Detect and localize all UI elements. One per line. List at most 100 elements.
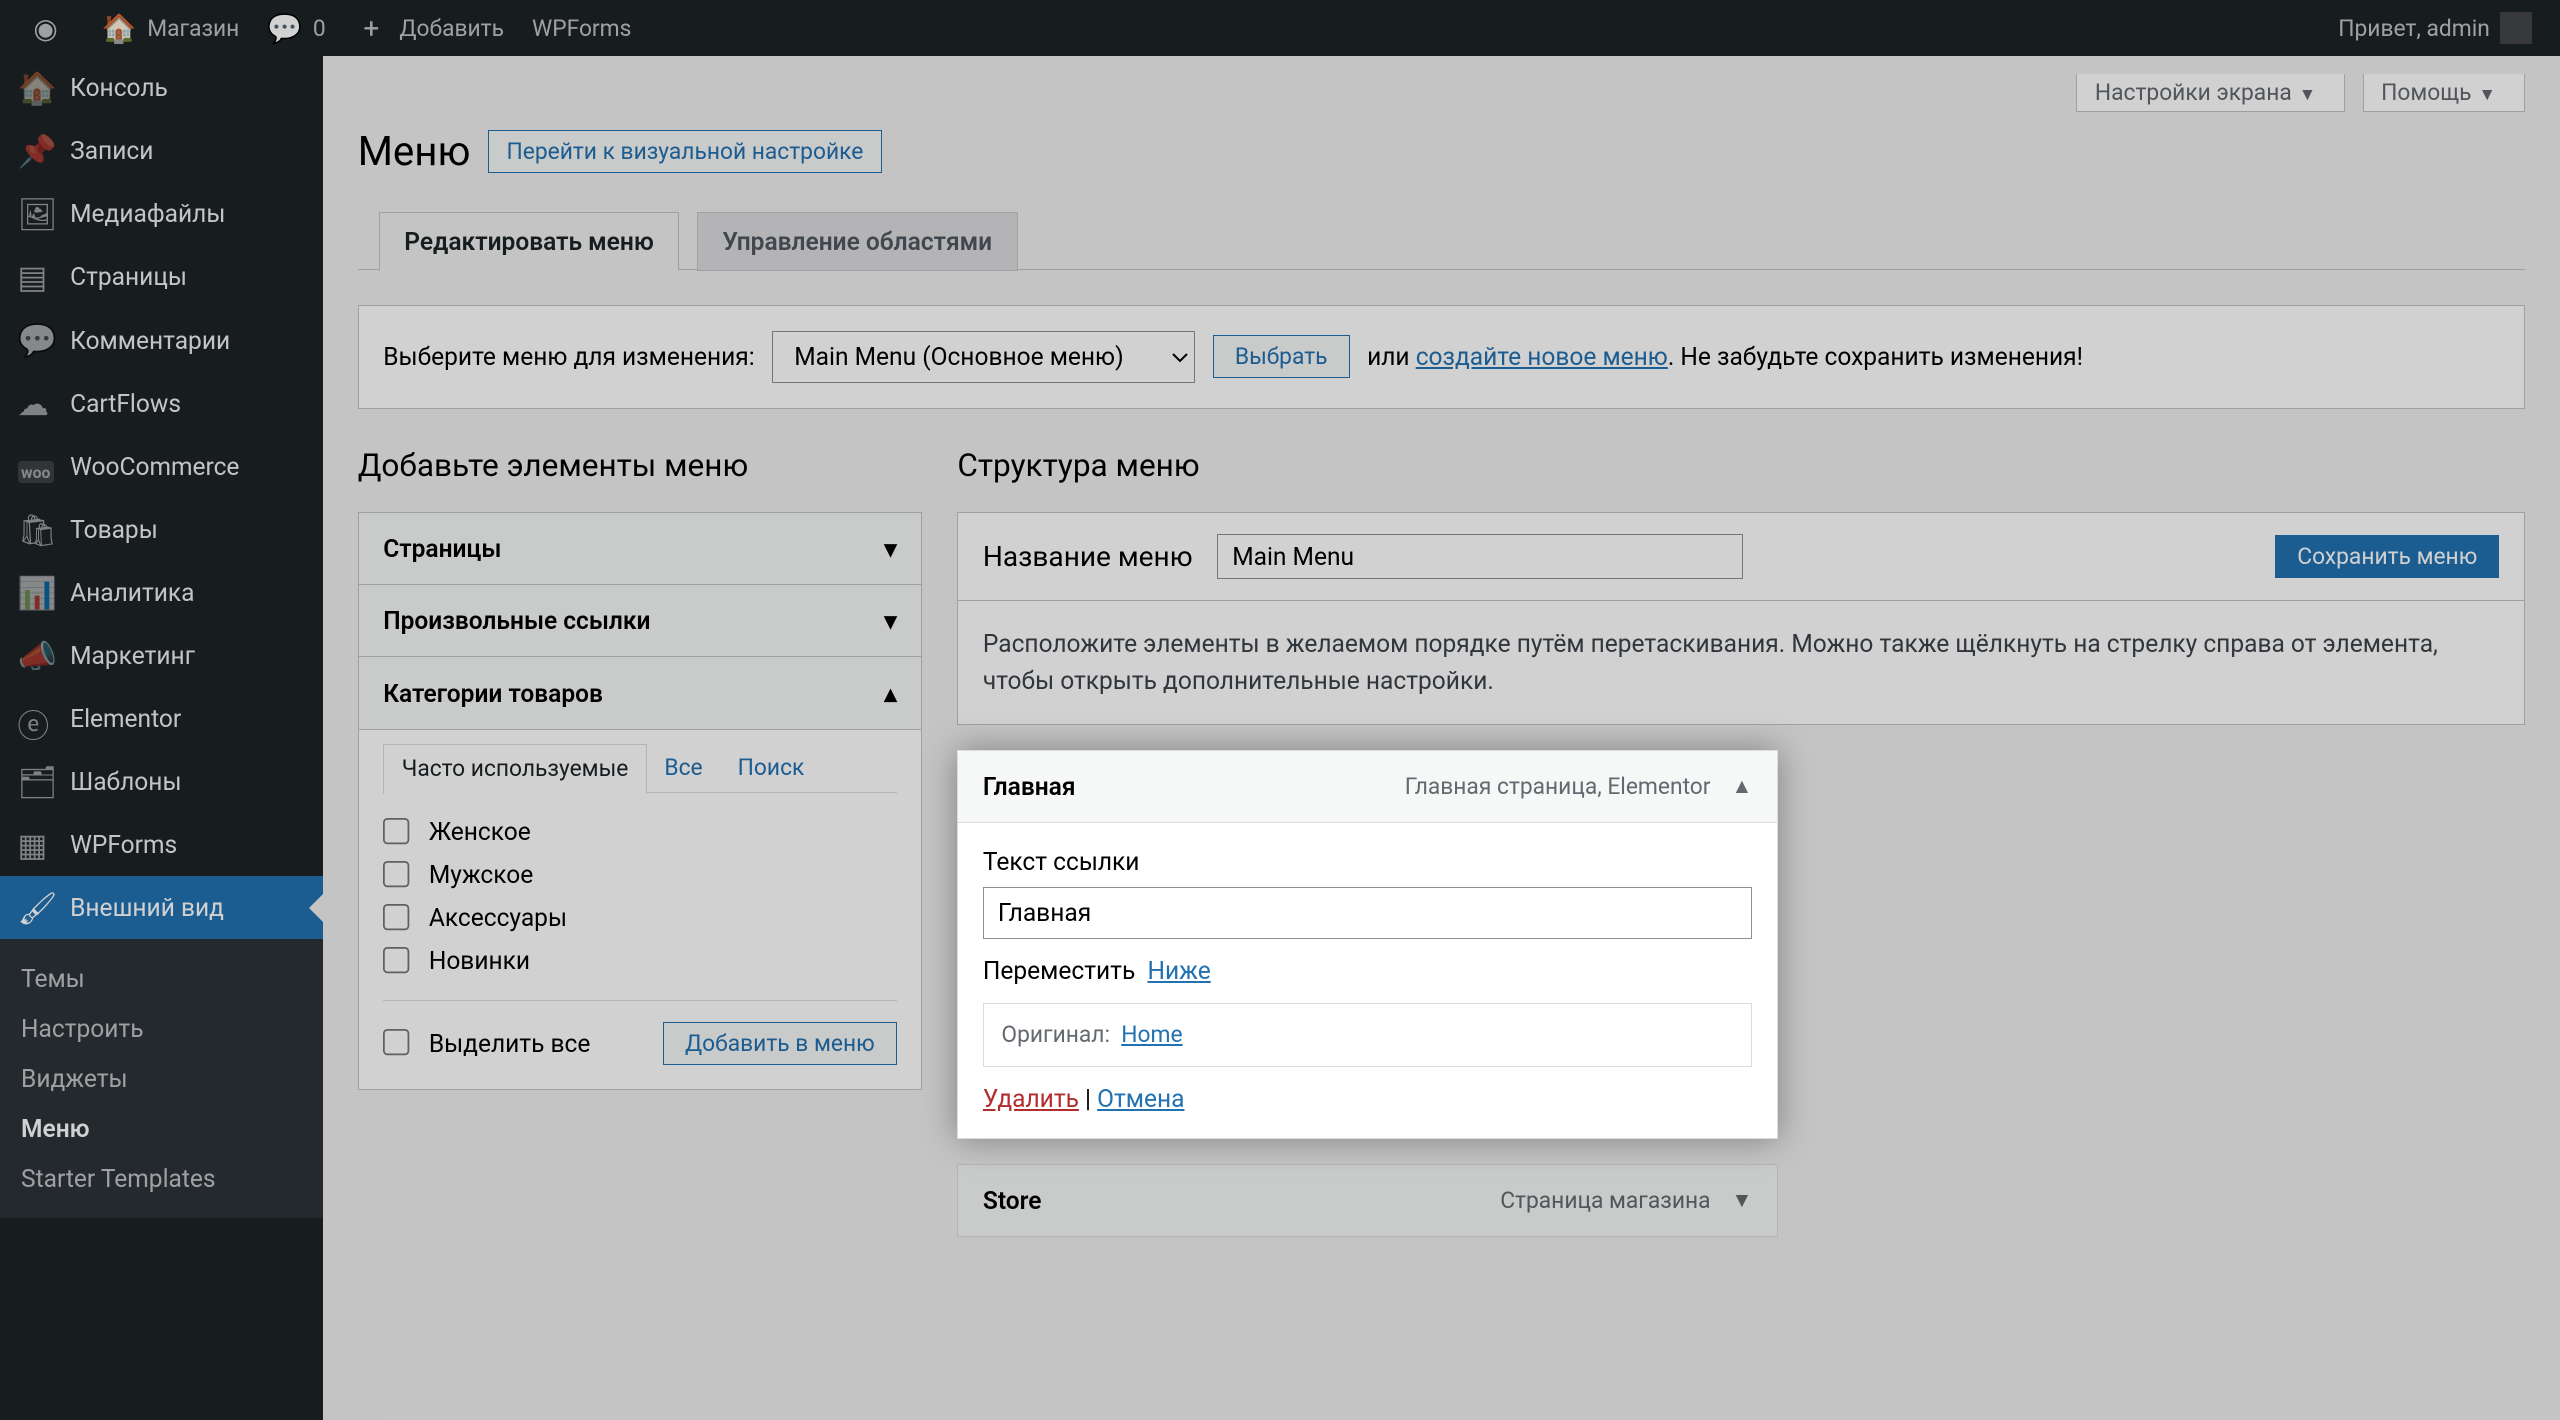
- menu-icon: ☁: [18, 386, 53, 421]
- nav-tabs: Редактировать меню Управление областями: [358, 210, 2525, 270]
- menu-select-box: Выберите меню для изменения: Main Menu (…: [358, 305, 2525, 409]
- sidebar-item-wpforms[interactable]: ▦WPForms: [0, 813, 323, 876]
- add-to-menu-button[interactable]: Добавить в меню: [663, 1022, 897, 1065]
- wpforms-link[interactable]: WPForms: [518, 15, 645, 42]
- chevron-up-icon: ▴: [884, 679, 896, 708]
- submenu-item-starter templates[interactable]: Starter Templates: [0, 1154, 323, 1204]
- menu-icon: ▤: [18, 259, 53, 294]
- home-icon: 🏠: [102, 11, 137, 46]
- new-content[interactable]: +Добавить: [340, 11, 518, 46]
- admin-toolbar: ◉ 🏠Магазин 💬0 +Добавить WPForms Привет, …: [0, 0, 2560, 56]
- menu-item-handle[interactable]: Главная Главная страница, Elementor ▲: [958, 751, 1777, 822]
- tab-edit-menu[interactable]: Редактировать меню: [379, 212, 680, 271]
- menu-icon: ▦: [18, 827, 53, 862]
- sidebar-item-медиафайлы[interactable]: 🖼Медиафайлы: [0, 182, 323, 245]
- link-text-label: Текст ссылки: [983, 847, 1752, 876]
- chevron-down-icon: ▾: [884, 606, 896, 635]
- chevron-down-icon: ▾: [884, 534, 896, 563]
- submenu-item-меню[interactable]: Меню: [0, 1104, 323, 1154]
- sidebar-item-страницы[interactable]: ▤Страницы: [0, 245, 323, 308]
- chevron-down-icon: ▼: [2479, 85, 2496, 105]
- sidebar-item-woocommerce[interactable]: wooWooCommerce: [0, 435, 323, 498]
- help-button[interactable]: Помощь▼: [2363, 74, 2525, 113]
- avatar: [2500, 12, 2532, 44]
- page-title: Меню: [358, 128, 471, 175]
- menu-icon: 📌: [18, 133, 53, 168]
- menu-icon: 🏠: [18, 70, 53, 105]
- wp-logo[interactable]: ◉: [14, 11, 88, 46]
- menu-icon: 🗂: [18, 764, 53, 799]
- cat-checkbox[interactable]: [383, 947, 411, 975]
- delete-item-link[interactable]: Удалить: [983, 1084, 1079, 1113]
- comments-link[interactable]: 💬0: [253, 11, 339, 46]
- plus-icon: +: [354, 11, 389, 46]
- submenu-item-настроить[interactable]: Настроить: [0, 1003, 323, 1053]
- cat-checkbox[interactable]: [383, 861, 411, 889]
- acc-tab-frequent[interactable]: Часто используемые: [383, 744, 647, 794]
- sidebar-item-внешний вид[interactable]: 🖌Внешний вид: [0, 876, 323, 939]
- acc-tab-search[interactable]: Поиск: [720, 744, 822, 792]
- my-account[interactable]: Привет, admin: [2324, 12, 2546, 44]
- menu-item-store: Store Страница магазина ▼: [957, 1164, 1778, 1237]
- sidebar-item-шаблоны[interactable]: 🗂Шаблоны: [0, 750, 323, 813]
- menu-icon: 🖌: [18, 890, 53, 925]
- screen-meta: Настройки экрана▼ Помощь▼: [2066, 74, 2525, 113]
- structure-heading: Структура меню: [957, 447, 2525, 484]
- create-menu-link[interactable]: создайте новое меню: [1416, 342, 1668, 371]
- submenu-item-темы[interactable]: Темы: [0, 953, 323, 1003]
- menu-icon: 🛍: [18, 512, 53, 547]
- cat-checkbox[interactable]: [383, 818, 411, 846]
- menu-item-handle[interactable]: Store Страница магазина ▼: [958, 1165, 1777, 1236]
- cancel-item-link[interactable]: Отмена: [1097, 1084, 1184, 1113]
- sidebar-item-консоль[interactable]: 🏠Консоль: [0, 56, 323, 119]
- chevron-down-icon: ▼: [2299, 85, 2316, 105]
- menu-icon: 💬: [18, 322, 53, 357]
- wordpress-icon: ◉: [28, 11, 63, 46]
- tab-manage-locations[interactable]: Управление областями: [697, 212, 1018, 271]
- add-items-heading: Добавьте элементы меню: [358, 447, 923, 484]
- move-down-link[interactable]: Ниже: [1147, 956, 1210, 985]
- original-box: Оригинал: Home: [983, 1003, 1752, 1067]
- main-content: Настройки экрана▼ Помощь▼ Меню Перейти к…: [323, 56, 2560, 1420]
- menu-name-input[interactable]: [1217, 534, 1743, 579]
- screen-options-button[interactable]: Настройки экрана▼: [2076, 74, 2345, 113]
- menu-item-home: Главная Главная страница, Elementor ▲ Те…: [957, 750, 1778, 1139]
- sidebar-item-elementor[interactable]: ⓔElementor: [0, 687, 323, 750]
- submenu-item-виджеты[interactable]: Виджеты: [0, 1053, 323, 1103]
- menu-name-row: Название меню Сохранить меню: [957, 512, 2525, 601]
- acc-pages[interactable]: Страницы▾: [359, 513, 922, 584]
- accordion: Страницы▾ Произвольные ссылки▾ Категории…: [358, 512, 923, 1090]
- menu-icon: woo: [18, 449, 53, 484]
- cat-checkbox[interactable]: [383, 904, 411, 932]
- menu-select[interactable]: Main Menu (Основное меню): [772, 331, 1195, 384]
- menu-icon: ⓔ: [18, 701, 53, 736]
- link-text-input[interactable]: [983, 887, 1752, 939]
- sidebar-item-аналитика[interactable]: 📊Аналитика: [0, 561, 323, 624]
- menu-select-label: Выберите меню для изменения:: [383, 342, 754, 371]
- appearance-submenu: ТемыНастроитьВиджетыМенюStarter Template…: [0, 939, 323, 1217]
- menu-icon: 📣: [18, 638, 53, 673]
- admin-sidebar: 🏠Консоль📌Записи🖼Медиафайлы▤Страницы💬Комм…: [0, 56, 323, 1420]
- sidebar-item-товары[interactable]: 🛍Товары: [0, 498, 323, 561]
- save-menu-button[interactable]: Сохранить меню: [2275, 535, 2499, 578]
- chevron-up-icon[interactable]: ▲: [1732, 774, 1753, 799]
- sidebar-item-маркетинг[interactable]: 📣Маркетинг: [0, 624, 323, 687]
- chevron-down-icon[interactable]: ▼: [1732, 1188, 1753, 1213]
- sidebar-item-записи[interactable]: 📌Записи: [0, 119, 323, 182]
- menu-name-label: Название меню: [983, 540, 1193, 573]
- comment-icon: 💬: [267, 11, 302, 46]
- menu-icon: 🖼: [18, 196, 53, 231]
- customize-link-button[interactable]: Перейти к визуальной настройке: [488, 130, 882, 173]
- menu-desc: Расположите элементы в желаемом порядке …: [957, 601, 2525, 725]
- acc-tab-all[interactable]: Все: [647, 744, 720, 792]
- sidebar-item-cartflows[interactable]: ☁CartFlows: [0, 372, 323, 435]
- choose-menu-button[interactable]: Выбрать: [1213, 335, 1350, 378]
- acc-product-cats[interactable]: Категории товаров▴: [359, 656, 922, 728]
- acc-product-cats-body: Часто используемые Все Поиск ЖенскоеМужс…: [359, 729, 922, 1090]
- select-all-checkbox[interactable]: [383, 1029, 411, 1057]
- menu-icon: 📊: [18, 575, 53, 610]
- acc-links[interactable]: Произвольные ссылки▾: [359, 584, 922, 656]
- sidebar-item-комментарии[interactable]: 💬Комментарии: [0, 308, 323, 371]
- original-link[interactable]: Home: [1121, 1021, 1182, 1048]
- site-link[interactable]: 🏠Магазин: [88, 11, 254, 46]
